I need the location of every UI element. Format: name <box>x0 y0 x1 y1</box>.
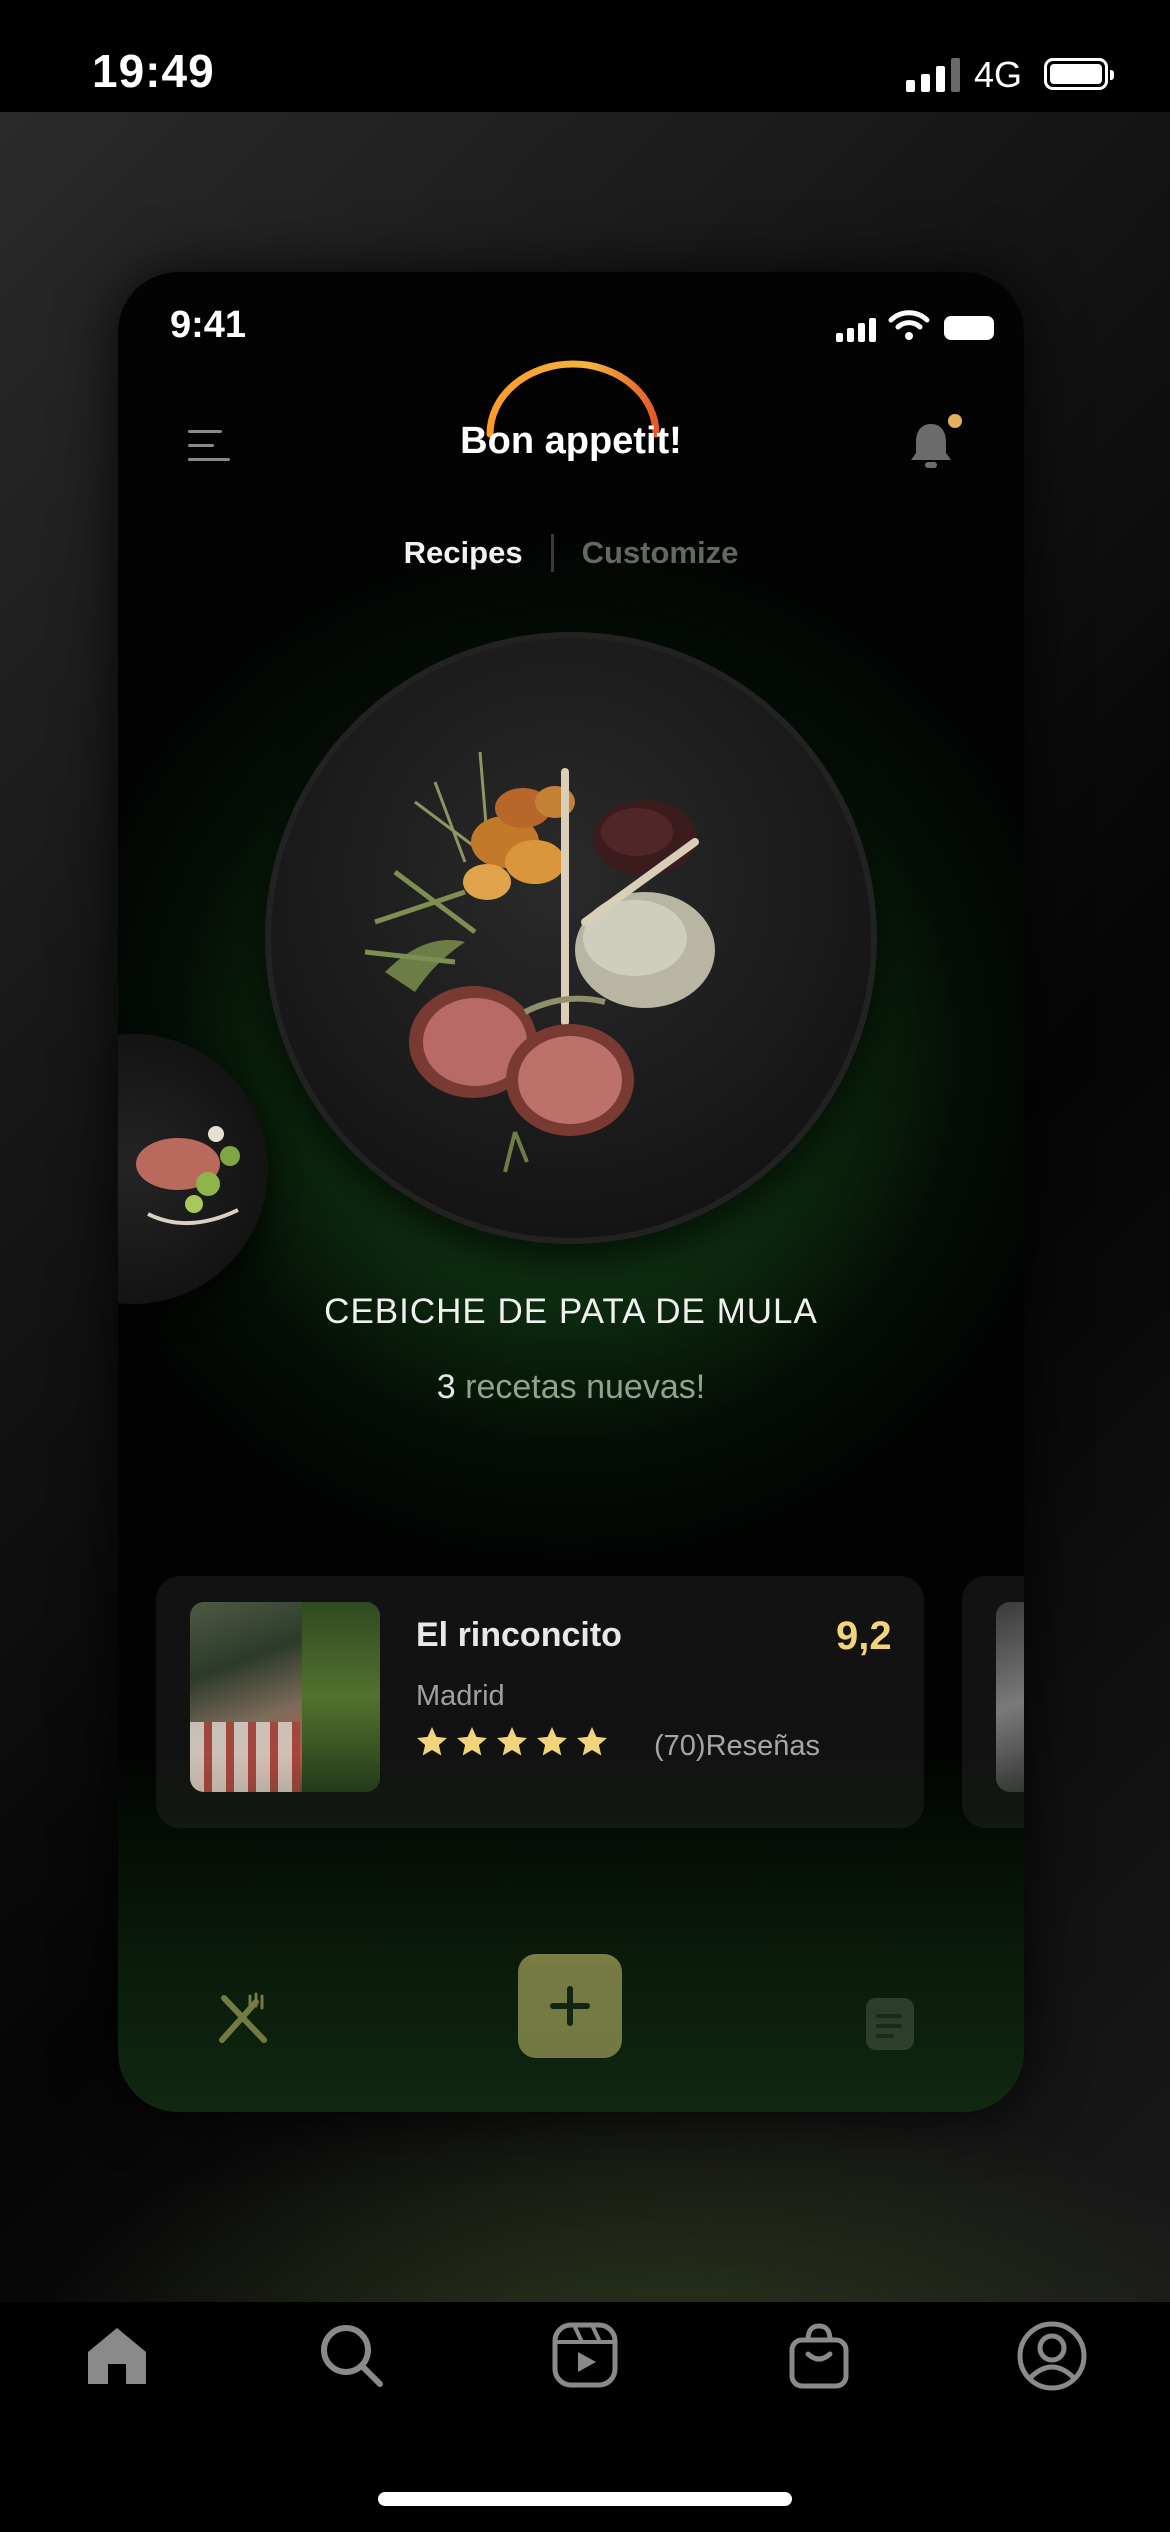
star-icon <box>457 1727 487 1756</box>
star-icon <box>577 1727 607 1756</box>
next-restaurant-photo <box>996 1602 1024 1792</box>
document-icon[interactable] <box>864 1996 916 2052</box>
restaurant-score: 9,2 <box>836 1614 892 1658</box>
notification-dot <box>948 414 962 428</box>
star-icon <box>417 1727 447 1756</box>
bell-icon[interactable] <box>908 420 954 472</box>
restaurant-card[interactable]: El rinconcito Madrid (70)Reseñas 9,2 <box>156 1576 924 1828</box>
profile-icon[interactable] <box>1016 2320 1088 2392</box>
tab-recipes[interactable]: Recipes <box>376 535 551 571</box>
restaurant-name: El rinconcito <box>416 1616 622 1654</box>
star-icon <box>497 1727 527 1756</box>
shop-icon[interactable] <box>784 2320 854 2390</box>
inner-battery-icon <box>944 316 994 340</box>
next-restaurant-card[interactable] <box>962 1576 1024 1828</box>
featured-dish-plate[interactable] <box>265 632 877 1244</box>
home-indicator[interactable] <box>378 2492 792 2506</box>
new-recipes-count: 3 <box>436 1368 456 1406</box>
cellular-signal-icon <box>906 58 960 92</box>
restaurant-reviews: (70)Reseñas <box>654 1730 821 1762</box>
search-icon[interactable] <box>316 2320 386 2390</box>
inner-clock: 9:41 <box>170 304 247 346</box>
tab-bar: Recipes Customize <box>118 534 1024 572</box>
plus-icon <box>550 1986 590 2026</box>
utensils-icon[interactable] <box>216 1990 272 2046</box>
new-recipes-text: recetas nuevas! <box>455 1368 706 1406</box>
add-button[interactable] <box>518 1954 622 2058</box>
inner-signal-icon <box>836 318 876 342</box>
star-rating <box>414 1724 610 1760</box>
home-icon[interactable] <box>82 2320 152 2390</box>
featured-dish-title: CEBICHE DE PATA DE MULA <box>324 1292 818 1331</box>
outer-status-bar: 19:49 4G <box>0 0 1170 112</box>
tab-customize[interactable]: Customize <box>554 535 767 571</box>
restaurant-photo <box>190 1602 380 1792</box>
restaurant-city: Madrid <box>416 1680 505 1712</box>
reels-icon[interactable] <box>550 2320 620 2390</box>
app-title: Bon appetit! <box>460 420 682 462</box>
outer-clock: 19:49 <box>92 45 215 97</box>
app-mockup: 9:41 Bon appetit! Recipes Customize CEBI… <box>118 272 1024 2112</box>
previous-dish-plate[interactable] <box>118 1034 268 1304</box>
star-icon <box>537 1727 567 1756</box>
wifi-icon <box>888 310 930 340</box>
battery-icon <box>1044 58 1114 90</box>
network-type: 4G <box>974 54 1023 95</box>
featured-dish-subtitle: 3 recetas nuevas! <box>118 1368 1024 1407</box>
